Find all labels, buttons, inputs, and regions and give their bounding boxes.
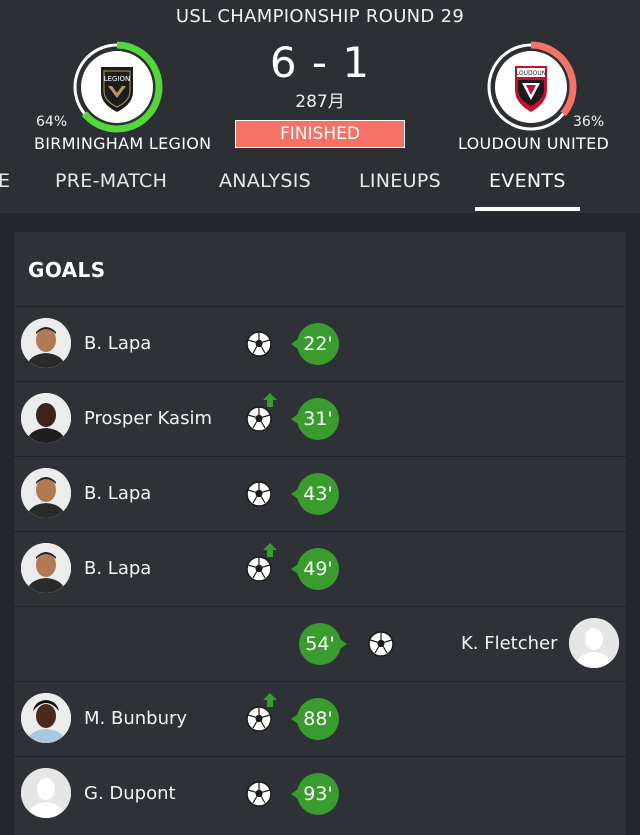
goal-minute-badge: 49' [291, 548, 339, 590]
goal-event-row[interactable]: 54' K. Fletcher [14, 606, 626, 681]
player-avatar[interactable] [569, 618, 619, 668]
tab-lineups[interactable]: LINEUPS [359, 170, 441, 192]
player-name[interactable]: B. Lapa [84, 558, 151, 579]
goal-ball-icon [244, 779, 274, 809]
goal-ball-icon [366, 629, 396, 659]
goal-minute: 22' [303, 333, 333, 355]
goal-ball-icon [244, 329, 274, 359]
goal-minute: 88' [303, 708, 333, 730]
goal-minute: 31' [303, 408, 333, 430]
player-name[interactable]: Prosper Kasim [84, 408, 212, 429]
tab-analysis[interactable]: ANALYSIS [219, 170, 311, 192]
goal-ball-icon [244, 554, 274, 584]
goal-event-row[interactable]: Prosper Kasim 31' [14, 381, 626, 456]
player-name[interactable]: M. Bunbury [84, 708, 187, 729]
goal-minute-badge: 31' [291, 398, 339, 440]
svg-text:LOUDOUN: LOUDOUN [516, 70, 546, 77]
player-name[interactable]: B. Lapa [84, 483, 151, 504]
goal-minute-badge: 54' [299, 623, 347, 665]
match-status-badge: FINISHED [235, 120, 405, 148]
goal-ball-icon [244, 704, 274, 734]
goal-minute-badge: 88' [291, 698, 339, 740]
goal-minute: 54' [305, 633, 335, 655]
goal-event-row[interactable]: B. Lapa 49' [14, 531, 626, 606]
player-avatar[interactable] [21, 543, 71, 593]
goal-ball-icon [244, 479, 274, 509]
goal-ball-icon [244, 404, 274, 434]
player-avatar[interactable] [21, 318, 71, 368]
player-avatar[interactable] [21, 768, 71, 818]
player-avatar[interactable] [21, 468, 71, 518]
player-name[interactable]: K. Fletcher [461, 633, 558, 654]
goal-minute: 49' [303, 558, 333, 580]
home-possession-percent: 64% [36, 114, 68, 130]
assist-arrow-icon [262, 692, 278, 708]
goal-event-row[interactable]: B. Lapa 43' [14, 456, 626, 531]
player-avatar[interactable] [21, 693, 71, 743]
round-title: USL CHAMPIONSHIP ROUND 29 [175, 6, 465, 27]
player-name[interactable]: G. Dupont [84, 783, 176, 804]
goals-title: GOALS [28, 258, 106, 282]
player-name[interactable]: B. Lapa [84, 333, 151, 354]
goal-event-row[interactable]: M. Bunbury 88' [14, 681, 626, 756]
player-avatar[interactable] [21, 393, 71, 443]
home-team-name: BIRMINGHAM LEGION [34, 134, 212, 153]
goal-event-row[interactable]: B. Lapa 22' [14, 306, 626, 381]
active-tab-indicator [475, 207, 580, 211]
goal-minute-badge: 43' [291, 473, 339, 515]
goal-event-row[interactable]: G. Dupont 93' [14, 756, 626, 831]
away-possession-ring: LOUDOUN [484, 40, 578, 134]
goals-card: GOALS B. Lapa 22' Prosper Kasim 31' B. L… [14, 232, 626, 835]
goal-minute-badge: 93' [291, 773, 339, 815]
tab-pre-match[interactable]: PRE-MATCH [55, 170, 167, 192]
goal-minute-badge: 22' [291, 323, 339, 365]
tab-summary[interactable]: E [0, 170, 10, 192]
away-team-name: LOUDOUN UNITED [458, 134, 610, 153]
goal-minute: 93' [303, 783, 333, 805]
assist-arrow-icon [262, 392, 278, 408]
match-tabs: E PRE-MATCH ANALYSIS LINEUPS EVENTS [0, 160, 640, 213]
match-header: USL CHAMPIONSHIP ROUND 29 LEGION 64% BIR… [0, 0, 640, 213]
away-possession-percent: 36% [573, 114, 605, 130]
assist-arrow-icon [262, 542, 278, 558]
goal-minute: 43' [303, 483, 333, 505]
tab-events[interactable]: EVENTS [489, 170, 566, 192]
